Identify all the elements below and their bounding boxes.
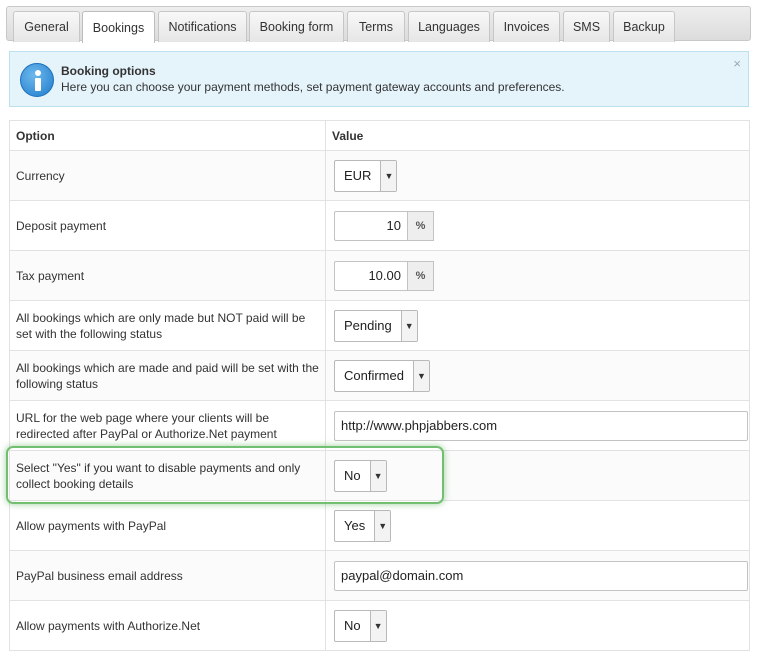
option-label: URL for the web page where your clients … [9,400,326,451]
info-text: Here you can choose your payment methods… [61,80,565,94]
column-header-value: Value [325,120,750,151]
paid-status-select[interactable]: Confirmed ▼ [334,359,430,392]
tab-invoices[interactable]: Invoices [493,11,560,42]
table-row: Currency EUR ▼ [9,150,750,201]
chevron-down-icon: ▼ [374,510,391,541]
chevron-down-icon: ▼ [369,610,386,641]
percent-suffix: % [408,210,434,241]
option-label: Allow payments with Authorize.Net [9,600,326,651]
options-table: Option Value Currency EUR ▼ Deposit paym… [9,120,750,651]
chevron-down-icon: ▼ [400,310,417,341]
option-label: All bookings which are made and paid wil… [9,350,326,401]
tab-backup[interactable]: Backup [613,11,675,42]
option-label: PayPal business email address [9,550,326,601]
table-row: All bookings which are made and paid wil… [9,350,750,401]
select-value: No [344,467,361,483]
table-row: PayPal business email address paypal@dom… [9,550,750,601]
option-label: Allow payments with PayPal [9,500,326,551]
select-value: Yes [344,517,366,533]
table-row: Allow payments with PayPal Yes ▼ [9,500,750,551]
tab-terms[interactable]: Terms [347,11,405,42]
redirect-url-input[interactable]: http://www.phpjabbers.com [334,410,748,441]
table-row: Select "Yes" if you want to disable paym… [9,450,750,501]
info-icon [20,63,54,97]
tab-sms[interactable]: SMS [563,11,610,42]
currency-select[interactable]: EUR ▼ [334,159,398,192]
tab-general[interactable]: General [13,11,80,42]
paypal-email-input[interactable]: paypal@domain.com [334,560,748,591]
tab-bookings[interactable]: Bookings [82,11,155,43]
select-value: No [344,617,361,633]
chevron-down-icon: ▼ [369,460,386,491]
select-value: EUR [344,167,372,183]
chevron-down-icon: ▼ [412,360,429,391]
option-label: All bookings which are only made but NOT… [9,300,326,351]
tax-payment-input[interactable]: 10.00 [334,260,408,291]
column-header-option: Option [9,120,326,151]
info-box: Booking options Here you can choose your… [9,51,749,107]
table-header-row: Option Value [9,120,750,151]
table-row: Tax payment 10.00 % [9,250,750,301]
option-label: Select "Yes" if you want to disable paym… [9,450,326,501]
option-label: Deposit payment [9,200,326,251]
allow-paypal-select[interactable]: Yes ▼ [334,509,392,542]
close-icon[interactable]: × [733,56,741,71]
table-row: Deposit payment 10 % [9,200,750,251]
info-title: Booking options [61,64,156,78]
disable-payments-select[interactable]: No ▼ [334,459,387,492]
tab-notifications[interactable]: Notifications [158,11,247,42]
table-row: URL for the web page where your clients … [9,400,750,451]
percent-suffix: % [408,260,434,291]
deposit-payment-input[interactable]: 10 [334,210,408,241]
unpaid-status-select[interactable]: Pending ▼ [334,309,418,342]
allow-authorize-net-select[interactable]: No ▼ [334,609,387,642]
option-label: Currency [9,150,326,201]
table-row: All bookings which are only made but NOT… [9,300,750,351]
select-value: Confirmed [344,367,404,383]
select-value: Pending [344,317,392,333]
tab-booking-form[interactable]: Booking form [249,11,344,42]
chevron-down-icon: ▼ [380,160,397,191]
tab-bar: General Bookings Notifications Booking f… [6,6,751,43]
tab-languages[interactable]: Languages [408,11,490,42]
option-label: Tax payment [9,250,326,301]
table-row: Allow payments with Authorize.Net No ▼ [9,600,750,651]
